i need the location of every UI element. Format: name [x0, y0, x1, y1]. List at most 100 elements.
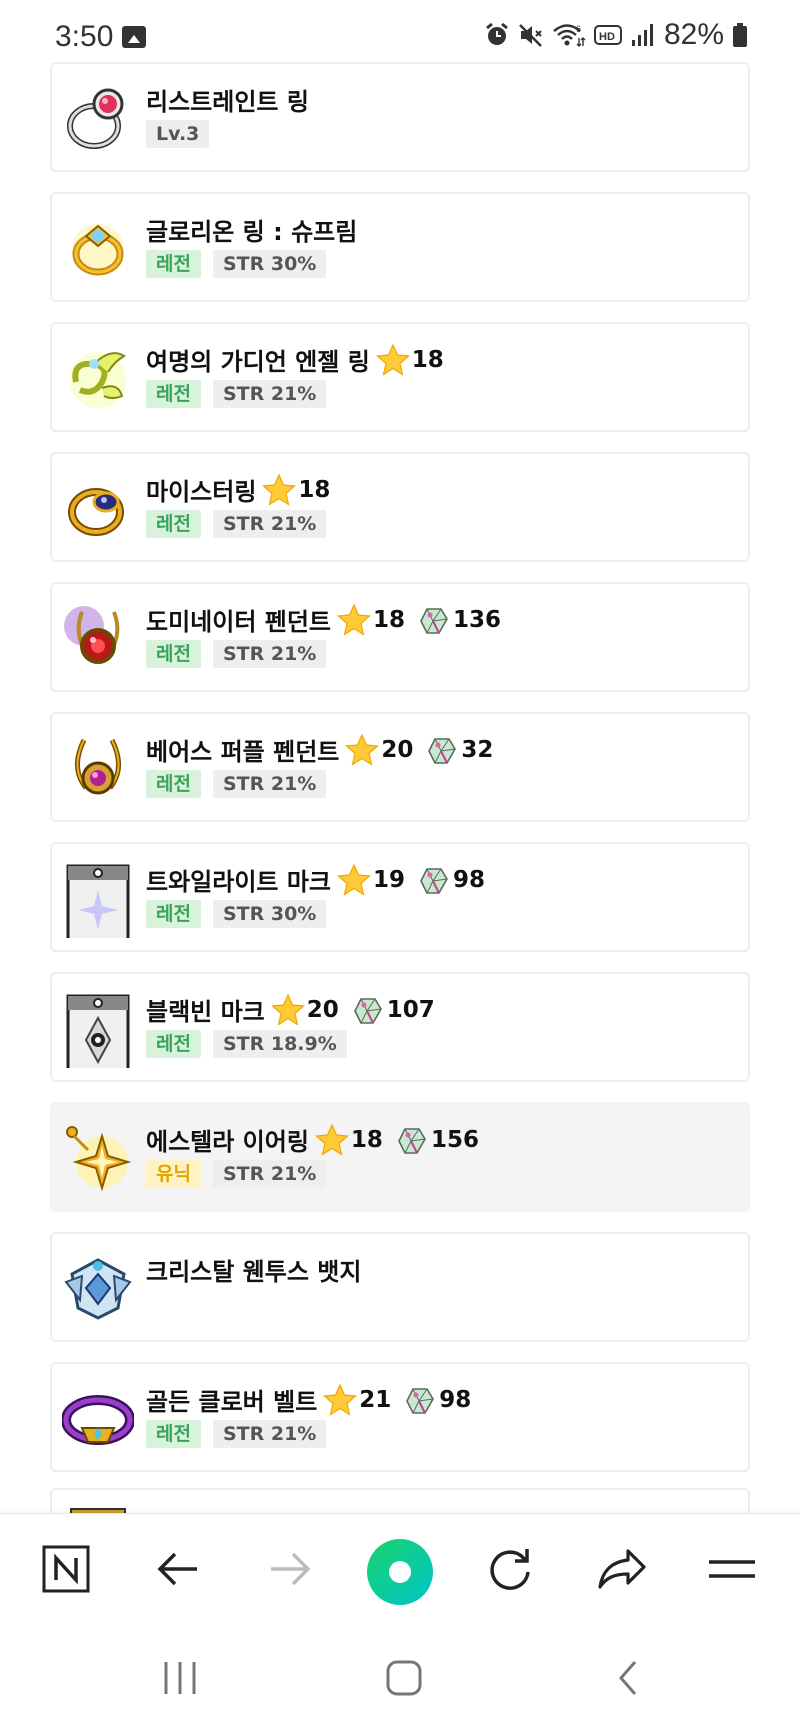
back-button[interactable]	[150, 1541, 206, 1597]
item-badges: 레전 STR 30%	[146, 250, 327, 278]
grade-badge: 레전	[146, 250, 201, 278]
share-icon	[598, 1549, 646, 1589]
item-badges: 레전 STR 18.9%	[146, 1030, 347, 1058]
item-name: 트와일라이트 마크	[146, 868, 331, 896]
status-bar: 3:50 6 HD 82%	[0, 0, 800, 70]
star-force-icon	[262, 473, 297, 506]
home-nav-button[interactable]	[374, 1653, 434, 1703]
svg-text:HD: HD	[599, 31, 615, 43]
forward-arrow-icon	[271, 1552, 311, 1586]
item-badges: Lv.3	[146, 120, 210, 148]
back-nav-button[interactable]	[598, 1653, 658, 1703]
svg-text:6: 6	[576, 24, 581, 34]
item-name: 베어스 퍼플 펜던트	[146, 738, 340, 766]
recents-icon	[164, 1662, 196, 1694]
stat-badge: STR 21%	[212, 1420, 327, 1448]
mark-blackbean-icon	[62, 988, 134, 1072]
item-card[interactable]: 글로리온 링 : 슈프림레전 STR 30%	[50, 192, 750, 302]
pendant-dominator-icon	[62, 602, 134, 674]
item-name: 도미네이터 펜던트	[146, 608, 331, 636]
potential-value: 107	[386, 996, 435, 1023]
grade-badge: 레전	[146, 1030, 201, 1058]
potential-cube-icon	[420, 607, 448, 634]
battery-percent: 82%	[663, 18, 724, 51]
item-title-row: 크리스탈 웬투스 뱃지	[146, 1252, 361, 1287]
star-force-value: 18	[373, 606, 406, 633]
grade-badge: 유닉	[146, 1160, 201, 1188]
star-force-value: 20	[306, 996, 339, 1023]
stat-badge: STR 21%	[212, 510, 327, 538]
hd-icon: HD	[593, 25, 622, 45]
gallery-notification-icon	[122, 26, 146, 48]
item-badges: 레전 STR 21%	[146, 1420, 327, 1448]
browser-toolbar	[0, 1513, 800, 1623]
grade-badge: 레전	[146, 1420, 201, 1448]
item-badges: 유닉 STR 21%	[146, 1160, 327, 1188]
naver-n-icon	[42, 1545, 90, 1593]
naver-n-button[interactable]	[38, 1541, 94, 1597]
potential-value: 156	[430, 1126, 479, 1153]
star-force-icon	[345, 733, 380, 766]
stat-badge: Lv.3	[146, 120, 210, 148]
potential-value: 32	[461, 736, 494, 763]
item-name: 크리스탈 웬투스 뱃지	[146, 1258, 362, 1286]
menu-button[interactable]	[704, 1541, 760, 1597]
item-card[interactable]: 여명의 가디언 엔젤 링 18 레전 STR 21%	[50, 322, 750, 432]
pendant-purple-icon	[62, 732, 134, 804]
item-title-row: 트와일라이트 마크 19 98	[146, 862, 485, 897]
item-name: 마이스터링	[146, 478, 257, 506]
home-button[interactable]	[367, 1539, 433, 1605]
star-force-value: 18	[298, 476, 331, 503]
item-badges: 레전 STR 21%	[146, 380, 327, 408]
badge-crystal-icon	[62, 1252, 134, 1324]
recents-button[interactable]	[150, 1653, 210, 1703]
star-force-value: 20	[381, 736, 414, 763]
item-name: 글로리온 링 : 슈프림	[146, 218, 358, 246]
system-navigation-bar	[0, 1623, 800, 1733]
potential-cube-icon	[406, 1387, 435, 1414]
status-icons: 6 HD 82%	[484, 18, 748, 52]
back-chevron-icon	[619, 1661, 637, 1695]
refresh-button[interactable]	[482, 1541, 538, 1597]
item-card[interactable]: 마이스터링 18 레전 STR 21%	[50, 452, 750, 562]
item-title-row: 리스트레인트 링	[146, 82, 309, 117]
grade-badge: 레전	[146, 900, 201, 928]
stat-badge: STR 21%	[212, 1160, 327, 1188]
item-card[interactable]: 베어스 퍼플 펜던트 20 32 레전 STR 21%	[50, 712, 750, 822]
star-force-value: 18	[350, 1126, 383, 1153]
item-name: 골든 클로버 벨트	[146, 1388, 318, 1416]
back-arrow-icon	[157, 1552, 197, 1586]
forward-button[interactable]	[262, 1541, 318, 1597]
ring-meister-icon	[62, 472, 134, 544]
item-card[interactable]: 블랙빈 마크 20 107 레전 STR 18.9%	[50, 972, 750, 1082]
item-title-row: 골든 클로버 벨트 21 98	[146, 1382, 471, 1417]
star-force-icon	[337, 863, 371, 896]
item-badges: 레전 STR 21%	[146, 510, 327, 538]
battery-icon	[733, 23, 747, 47]
belt-clover-icon	[61, 1382, 135, 1454]
star-force-icon	[337, 603, 371, 636]
ring-gold-icon	[62, 212, 134, 284]
potential-cube-icon	[398, 1127, 426, 1154]
star-force-icon	[270, 993, 305, 1026]
item-name: 리스트레인트 링	[146, 88, 309, 116]
potential-value: 98	[453, 866, 486, 893]
item-card[interactable]: 크리스탈 웬투스 뱃지	[50, 1232, 750, 1342]
item-badges: 레전 STR 21%	[146, 640, 327, 668]
item-card[interactable]: 골든 클로버 벨트 21 98 레전 STR 21%	[50, 1362, 750, 1472]
item-card[interactable]: 도미네이터 펜던트 18 136 레전 STR 21%	[50, 582, 750, 692]
stat-badge: STR 30%	[212, 250, 327, 278]
ring-angel-icon	[62, 342, 134, 414]
item-card[interactable]: 리스트레인트 링 Lv.3	[50, 62, 750, 172]
share-button[interactable]	[594, 1541, 650, 1597]
star-force-value: 21	[359, 1386, 392, 1413]
item-title-row: 베어스 퍼플 펜던트 20 32	[146, 732, 493, 767]
item-card[interactable]: 트와일라이트 마크 19 98 레전 STR 30%	[50, 842, 750, 952]
status-time: 3:50	[55, 20, 114, 53]
item-card[interactable]: 에스텔라 이어링 18 156 유닉 STR 21%	[50, 1102, 750, 1212]
ring-red-icon	[62, 82, 134, 154]
menu-icon	[709, 1560, 755, 1578]
alarm-icon	[486, 22, 508, 45]
potential-cube-icon	[353, 997, 382, 1024]
item-name: 여명의 가디언 엔젤 링	[146, 348, 370, 376]
